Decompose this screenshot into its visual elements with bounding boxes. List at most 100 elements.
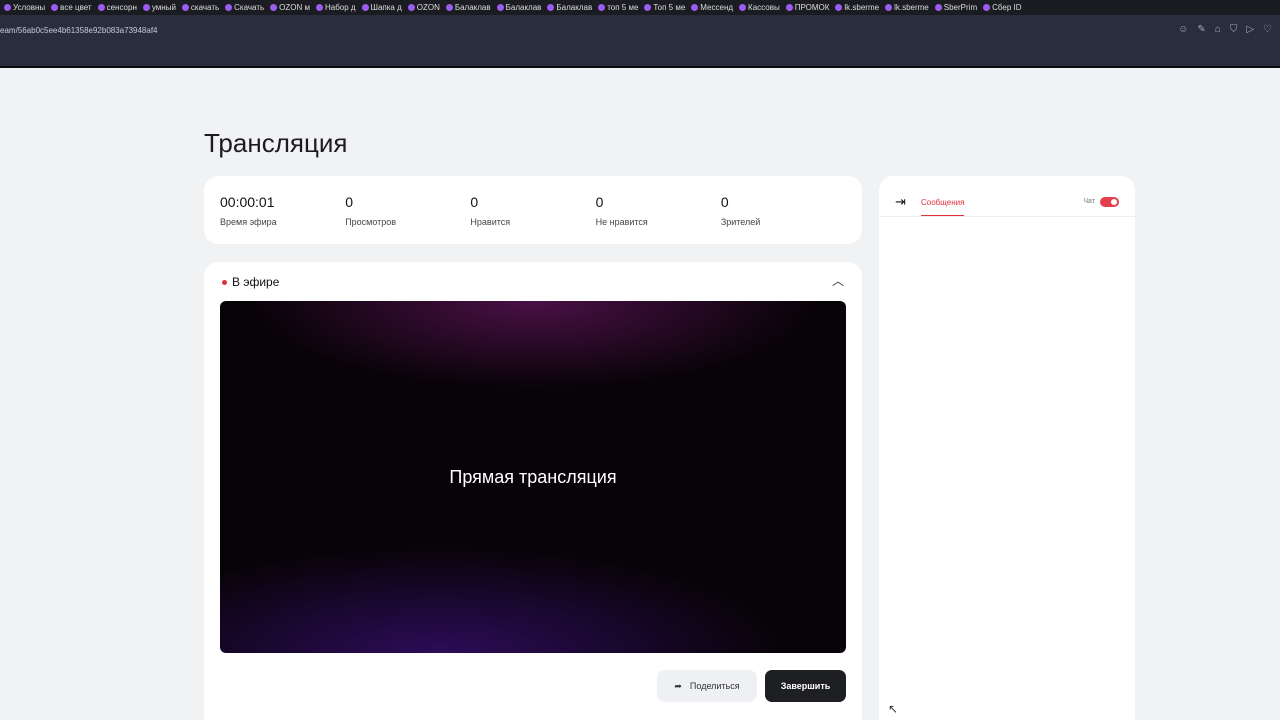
bookmark-label: ПРОМОК: [794, 2, 830, 12]
video-player[interactable]: Прямая трансляция: [220, 301, 846, 653]
bookmark-label: сенсорн: [106, 2, 137, 12]
shield-icon[interactable]: ⛉: [1230, 24, 1238, 35]
bookmark-item[interactable]: lk.sberme: [885, 0, 929, 15]
stat-label: Просмотров: [345, 217, 397, 227]
stat-views: 0 Просмотров: [345, 194, 470, 227]
address-bar[interactable]: eam/56ab0c5ee4b61358e92b083a73948af4 ☺ ✎ ⌂…: [0, 15, 1280, 45]
stat-label: Не нравится: [595, 217, 648, 227]
bookmark-item[interactable]: OZON м: [270, 0, 310, 15]
send-icon[interactable]: ▷: [1246, 24, 1254, 35]
bookmark-item[interactable]: топ 5 ме: [598, 0, 638, 15]
stat-airtime: 00:00:01 Время эфира: [220, 194, 345, 227]
bookmark-label: OZON м: [279, 2, 310, 12]
stat-label: Время эфира: [220, 217, 277, 227]
bookmark-item[interactable]: Набор д: [316, 0, 356, 15]
live-dot-icon: [222, 279, 227, 285]
stat-label: Нравится: [470, 217, 511, 227]
bookmark-item[interactable]: Балаклав: [547, 0, 592, 15]
chat-panel: ⇥ Сообщения Чат: [879, 176, 1135, 720]
bookmark-item[interactable]: скачать: [181, 0, 220, 15]
bookmark-item[interactable]: Шапка д: [361, 0, 402, 15]
url-text[interactable]: eam/56ab0c5ee4b61358e92b083a73948af4: [0, 26, 157, 35]
camera-icon[interactable]: ⌂: [1215, 24, 1221, 35]
bookmark-item[interactable]: ПРОМОК: [785, 0, 830, 15]
bookmark-favicon-icon: [181, 4, 189, 11]
bookmark-favicon-icon: [983, 4, 991, 11]
tab-messages[interactable]: Сообщения: [921, 198, 965, 216]
bookmark-label: OZON: [416, 2, 440, 12]
live-status: В эфире: [222, 275, 279, 289]
bookmark-favicon-icon: [316, 4, 323, 11]
stat-label: Зрителей: [720, 217, 761, 227]
heart-icon[interactable]: ♡: [1263, 24, 1272, 35]
smiley-icon[interactable]: ☺: [1178, 24, 1188, 35]
bookmark-favicon-icon: [885, 4, 893, 11]
bookmark-favicon-icon: [142, 4, 150, 11]
bookmark-item[interactable]: Мессенд: [691, 0, 733, 15]
bookmark-label: Шапка д: [370, 2, 402, 12]
stat-value: 0: [345, 194, 353, 210]
bookmark-favicon-icon: [361, 4, 369, 11]
bookmark-label: Мессенд: [700, 2, 734, 12]
stats-panel: 00:00:01 Время эфира 0 Просмотров 0 Нравитс…: [204, 176, 862, 244]
bookmark-label: все цвет: [60, 2, 92, 12]
bookmark-favicon-icon: [225, 4, 233, 11]
share-label: Поделиться: [689, 681, 740, 691]
bookmark-favicon-icon: [407, 4, 415, 11]
bookmark-item[interactable]: Скачать: [225, 0, 264, 15]
bookmark-label: Балаклав: [454, 2, 491, 12]
bookmark-favicon-icon: [644, 4, 652, 11]
bookmark-favicon-icon: [934, 4, 942, 11]
browser-toolbar-icons: ☺ ✎ ⌂ ⛉ ▷ ♡: [1178, 24, 1272, 35]
chat-toggle[interactable]: [1100, 197, 1119, 207]
bookmark-favicon-icon: [739, 4, 747, 11]
stat-likes: 0 Нравится: [470, 194, 595, 227]
bookmark-label: Балаклав: [505, 2, 542, 12]
share-button[interactable]: ➦ Поделиться: [657, 670, 757, 702]
bookmark-favicon-icon: [496, 4, 504, 11]
bookmark-item[interactable]: все цвет: [51, 0, 92, 15]
bookmark-favicon-icon: [598, 4, 606, 11]
bookmark-item[interactable]: OZON: [407, 0, 440, 15]
stat-value: 0: [720, 194, 729, 210]
bookmark-item[interactable]: Условны: [4, 0, 45, 15]
chevron-up-icon[interactable]: ︿: [832, 272, 844, 289]
end-stream-button[interactable]: Завершить: [765, 670, 846, 702]
video-placeholder-text: Прямая трансляция: [449, 466, 617, 487]
bookmark-label: lk.sberme: [894, 2, 929, 12]
mouse-cursor-icon: ↖: [888, 702, 899, 716]
site-header: [0, 45, 1280, 68]
bookmark-label: Топ 5 ме: [653, 2, 686, 12]
bookmark-item[interactable]: Балаклав: [496, 0, 542, 15]
edit-icon[interactable]: ✎: [1197, 24, 1205, 35]
bookmark-label: Скачать: [234, 2, 265, 12]
bookmark-label: Кассовы: [748, 2, 780, 12]
bookmark-item[interactable]: Балаклав: [445, 0, 491, 15]
bookmark-label: Набор д: [325, 2, 356, 12]
chat-header: ⇥ Сообщения Чат: [879, 176, 1135, 217]
bookmark-label: Сбер ID: [992, 2, 1022, 12]
bookmark-item[interactable]: lk.sberme: [835, 0, 879, 15]
collapse-panel-icon[interactable]: ⇥: [895, 194, 906, 210]
bookmark-favicon-icon: [691, 4, 699, 11]
bookmark-favicon-icon: [97, 4, 105, 11]
bookmark-item[interactable]: SberPrim: [934, 0, 977, 15]
bookmark-item[interactable]: сенсорн: [97, 0, 137, 15]
stat-value: 0: [595, 194, 604, 210]
live-status-label: В эфире: [232, 275, 280, 289]
bookmark-favicon-icon: [51, 4, 59, 11]
bookmark-item[interactable]: Кассовы: [739, 0, 780, 15]
stat-value: 0: [470, 194, 479, 210]
bookmark-favicon-icon: [785, 4, 793, 11]
bookmark-item[interactable]: умный: [142, 0, 176, 15]
page-title: Трансляция: [204, 128, 348, 158]
bookmarks-bar: Условны все цвет сенсорн умный скачать Скачат…: [0, 0, 1280, 15]
bookmark-label: топ 5 ме: [607, 2, 639, 12]
bookmark-item[interactable]: Топ 5 ме: [644, 0, 685, 15]
bookmark-label: скачать: [190, 2, 220, 12]
share-icon: ➦: [674, 680, 682, 691]
chat-toggle-label: Чат: [1083, 198, 1095, 205]
bookmark-favicon-icon: [270, 4, 278, 11]
bookmark-label: умный: [151, 2, 176, 12]
bookmark-item[interactable]: Сбер ID: [983, 0, 1022, 15]
